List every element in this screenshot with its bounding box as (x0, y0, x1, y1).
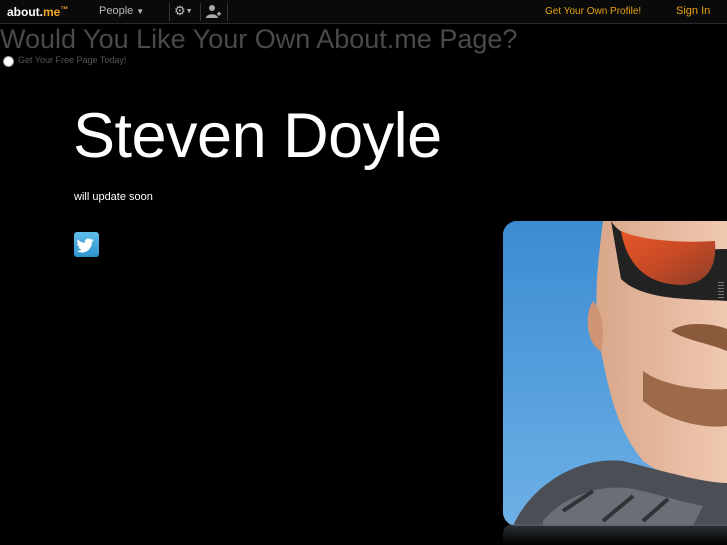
grip-icon (718, 282, 724, 298)
logo-text: about. (7, 5, 43, 19)
free-page-link[interactable]: Get Your Free Page Today! (18, 55, 126, 65)
twitter-button[interactable] (74, 232, 99, 257)
profile-name: Steven Doyle (73, 101, 442, 171)
divider (169, 3, 170, 21)
add-person-icon (206, 5, 221, 18)
divider (227, 3, 228, 21)
add-person-button[interactable] (205, 4, 221, 19)
logo-tm: ™ (60, 5, 69, 14)
promo-radio[interactable] (3, 56, 14, 67)
profile-photo (503, 221, 727, 526)
profile-photo-image (503, 221, 727, 526)
chevron-down-icon: ▼ (185, 8, 193, 16)
twitter-icon (76, 238, 94, 253)
about-me-logo[interactable]: about.me™ (7, 5, 68, 19)
sign-in-link[interactable]: Sign In (676, 5, 710, 17)
logo-me-text: me (43, 5, 61, 19)
get-own-profile-link[interactable]: Get Your Own Profile! (545, 6, 641, 17)
gear-icon: ⚙ (174, 3, 186, 18)
people-menu[interactable]: People ▼ (99, 5, 144, 17)
chevron-down-icon: ▼ (136, 7, 145, 16)
settings-menu[interactable]: ⚙▼ (174, 3, 196, 19)
scrollbar-grip[interactable] (716, 280, 726, 302)
people-menu-label: People (99, 5, 134, 17)
divider (200, 3, 201, 21)
promo-heading[interactable]: Would You Like Your Own About.me Page? (0, 24, 517, 55)
top-navigation-bar: about.me™ People ▼ ⚙▼ Get Your Own Profil… (0, 0, 727, 24)
photo-reflection (503, 524, 727, 545)
profile-status: will update soon (74, 191, 153, 203)
